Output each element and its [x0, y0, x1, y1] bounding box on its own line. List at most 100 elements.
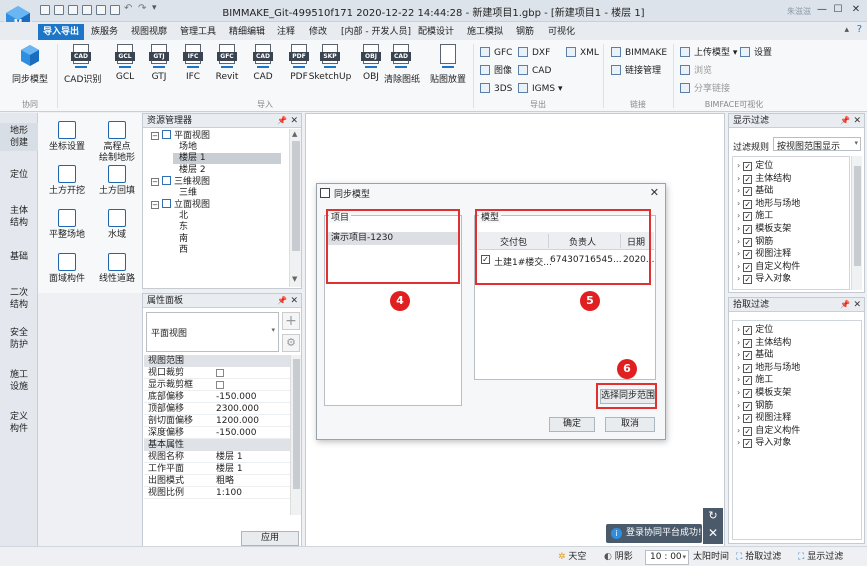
chevron-right-icon[interactable]: ›	[737, 274, 740, 283]
collapse-icon[interactable]: −	[151, 132, 159, 140]
settings-button[interactable]: 设置	[740, 46, 772, 60]
category-item-3[interactable]: 基础	[0, 251, 38, 263]
property-row[interactable]: 顶部偏移 2300.000	[144, 403, 290, 415]
tab-formwork-design[interactable]: 配模设计	[413, 24, 459, 40]
export-cad-button[interactable]: CAD	[518, 64, 551, 78]
filter-item[interactable]: › ✓ 定位	[737, 160, 773, 171]
filter-rule-select[interactable]: 按视图范围显示 ▾	[773, 137, 861, 152]
chevron-right-icon[interactable]: ›	[737, 174, 740, 183]
refresh-icon[interactable]: ↻	[703, 508, 723, 524]
filter-checkbox[interactable]: ✓	[743, 225, 753, 234]
maximize-button[interactable]: ☐	[831, 3, 845, 17]
filter-checkbox[interactable]: ✓	[743, 237, 753, 247]
display-filter-toggle[interactable]: ⛶ 显示过滤	[798, 550, 843, 564]
chevron-right-icon[interactable]: ›	[737, 224, 740, 233]
property-value[interactable]: -150.000	[216, 427, 256, 439]
chevron-right-icon[interactable]: ›	[737, 350, 740, 359]
tool-button-4[interactable]: 平整场地	[42, 209, 92, 241]
tree-node[interactable]: 三维	[179, 188, 197, 199]
tree-node[interactable]: − 三维视图	[151, 176, 210, 187]
tab-view[interactable]: 视图视廓	[126, 24, 172, 40]
chevron-right-icon[interactable]: ›	[737, 388, 740, 397]
export-3ds-button[interactable]: 3DS	[480, 82, 512, 96]
scroll-thumb[interactable]	[293, 359, 300, 489]
tool-button-7[interactable]: 线性道路	[92, 253, 142, 285]
close-button[interactable]: ✕	[849, 3, 863, 17]
chevron-right-icon[interactable]: ›	[737, 375, 740, 384]
shadow-toggle[interactable]: ◐ 阴影	[604, 550, 633, 564]
property-value[interactable]: -150.000	[216, 391, 256, 403]
tab-fine-edit[interactable]: 精细编辑	[224, 24, 270, 40]
export-gfc-button[interactable]: GFC	[480, 46, 512, 60]
tree-node[interactable]: 楼层 1	[173, 153, 281, 164]
pick-filter-toggle[interactable]: ⛶ 拾取过滤	[736, 550, 781, 564]
time-select[interactable]: 10 : 00 ▾	[645, 550, 689, 565]
property-value[interactable]: 1:100	[216, 487, 242, 499]
property-row[interactable]: 视图比例 1:100	[144, 487, 290, 499]
property-value[interactable]: 楼层 1	[216, 451, 243, 463]
pin-icon[interactable]: 📌	[277, 114, 287, 128]
property-row[interactable]: 出图模式 粗略	[144, 475, 290, 487]
filter-item[interactable]: › ✓ 基础	[737, 185, 773, 197]
tab-rebar[interactable]: 钢筋	[511, 24, 539, 40]
property-value[interactable]: 1200.000	[216, 415, 259, 427]
chevron-right-icon[interactable]: ›	[737, 426, 740, 435]
pin-icon[interactable]: 📌	[840, 114, 850, 128]
property-row[interactable]: 视口裁剪	[144, 367, 290, 379]
tab-developer[interactable]: [内部 - 开发人员]	[336, 24, 416, 40]
type-selector[interactable]: 平面视图 ▾	[146, 312, 279, 352]
scroll-up-icon[interactable]: ▲	[292, 130, 297, 138]
filter-item[interactable]: › ✓ 定位	[737, 324, 773, 335]
cancel-button[interactable]: 取消	[605, 417, 655, 432]
chevron-right-icon[interactable]: ›	[737, 186, 740, 195]
chevron-right-icon[interactable]: ›	[737, 413, 740, 422]
pin-icon[interactable]: 📌	[840, 298, 850, 312]
tree-node[interactable]: − 平面视图	[151, 130, 210, 141]
import-button-5[interactable]: CAD CAD	[246, 44, 280, 82]
property-row[interactable]: 深度偏移 -150.000	[144, 427, 290, 439]
tree-node[interactable]: 楼层 2	[179, 165, 206, 176]
property-value[interactable]: 2300.000	[216, 403, 259, 415]
filter-checkbox[interactable]: ✓	[743, 351, 753, 361]
ribbon-collapse-icon[interactable]: ▴	[844, 25, 849, 35]
display-filter-scrollbar[interactable]	[851, 156, 862, 290]
export-igms-button[interactable]: IGMS ▾	[518, 82, 563, 96]
filter-checkbox[interactable]: ✓	[743, 376, 753, 386]
properties-scrollbar[interactable]	[290, 355, 301, 515]
chevron-right-icon[interactable]: ›	[737, 199, 740, 208]
minimize-button[interactable]: —	[815, 3, 829, 17]
add-type-button[interactable]: +	[282, 312, 300, 330]
filter-item[interactable]: › ✓ 视图注释	[737, 248, 791, 260]
resource-scrollbar[interactable]: ▲ ▼	[289, 129, 301, 287]
import-button-4[interactable]: GFC Revit	[210, 44, 244, 82]
category-item-7[interactable]: 定义 构件	[0, 411, 38, 435]
filter-checkbox[interactable]: ✓	[743, 363, 753, 373]
filter-item[interactable]: › ✓ 施工	[737, 374, 773, 386]
tab-family-service[interactable]: 族服务	[86, 24, 123, 40]
tab-modify[interactable]: 修改	[304, 24, 332, 40]
browse-button[interactable]: 浏览	[680, 64, 712, 78]
collapse-icon[interactable]: −	[151, 201, 159, 209]
category-item-4[interactable]: 二次 结构	[0, 287, 38, 311]
filter-item[interactable]: › ✓ 地形与场地	[737, 362, 800, 373]
tab-import-export[interactable]: 导入导出	[38, 24, 85, 40]
property-row[interactable]: 底部偏移 -150.000	[144, 391, 290, 403]
filter-item[interactable]: › ✓ 基础	[737, 349, 773, 361]
property-row[interactable]: 工作平面 楼层 1	[144, 463, 290, 475]
property-value[interactable]: 楼层 1	[216, 463, 243, 475]
chevron-right-icon[interactable]: ›	[737, 338, 740, 347]
toast-close-icon[interactable]: ✕	[703, 524, 723, 542]
category-item-2[interactable]: 主体 结构	[0, 205, 38, 229]
panel-close-icon[interactable]: ✕	[290, 114, 298, 128]
property-value[interactable]: 粗略	[216, 475, 234, 487]
filter-item[interactable]: › ✓ 模板支架	[737, 223, 791, 234]
filter-checkbox[interactable]: ✓	[743, 389, 753, 398]
link-bimmake-button[interactable]: BIMMAKE	[611, 46, 667, 60]
chevron-right-icon[interactable]: ›	[737, 438, 740, 447]
filter-item[interactable]: › ✓ 模板支架	[737, 387, 791, 398]
export-xml-button[interactable]: XML	[566, 46, 599, 60]
filter-checkbox[interactable]: ✓	[743, 338, 753, 348]
filter-item[interactable]: › ✓ 钢筋	[737, 236, 773, 247]
tab-management[interactable]: 管理工具	[175, 24, 221, 40]
ok-button[interactable]: 确定	[549, 417, 595, 432]
